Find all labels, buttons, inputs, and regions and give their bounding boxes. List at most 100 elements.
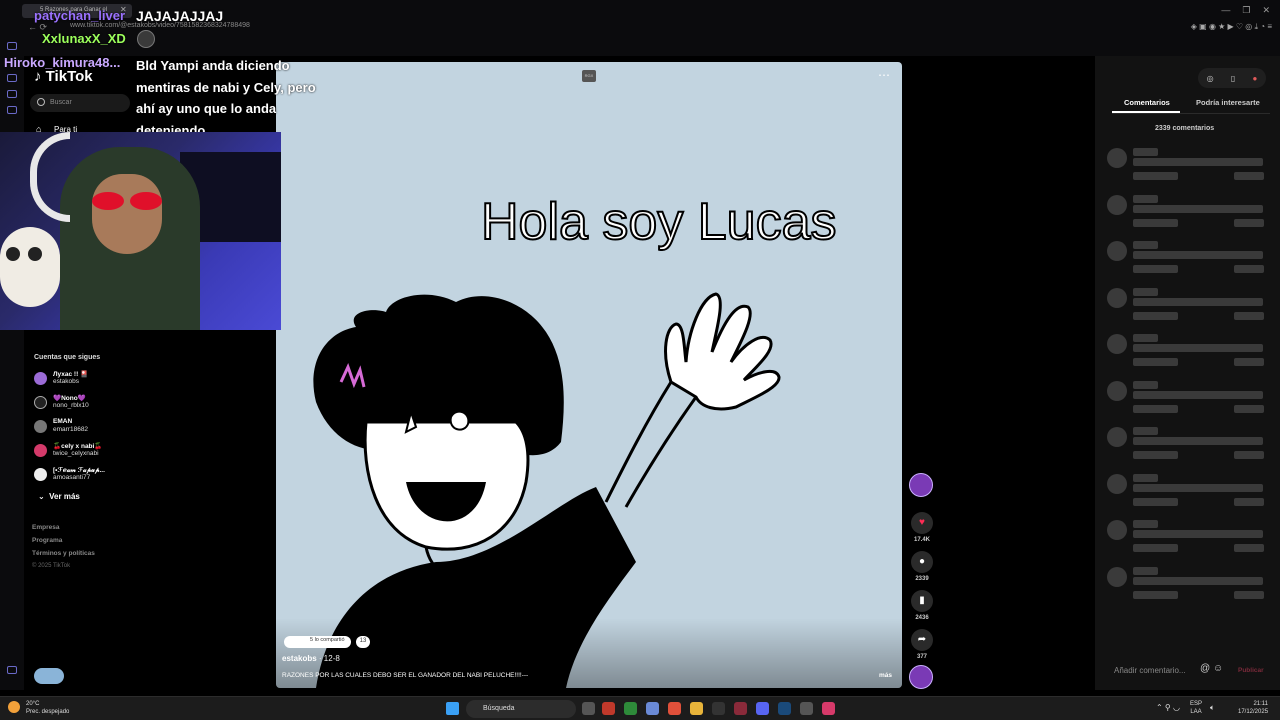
comment-skeleton-avatar [1107,148,1127,168]
footer-link[interactable]: Empresa [32,524,59,531]
weather-text: Prec. despejado [26,709,70,715]
comment-skeleton-bar [1234,358,1264,366]
video-author[interactable]: estakobs · 12-8 [282,654,340,663]
more-link[interactable]: más [879,672,892,679]
footer-link[interactable]: Programa [32,537,62,544]
video-player[interactable]: RGX ⋯ Hola soy Lucas 5 lo compartió 13 e… [276,62,902,688]
comment-skeleton-avatar [1107,194,1127,215]
chat-message: JAJAJAJJAJ [136,8,224,24]
window-controls[interactable]: — ❐ ✕ [1221,5,1270,16]
chat-username: Hiroko_kimura48... [4,55,121,70]
heart-glasses [92,192,162,210]
steam-icon[interactable] [778,702,791,715]
tab-comments[interactable]: Comentarios [1124,98,1170,107]
comment-skeleton-bar [1133,204,1263,213]
extension-icons[interactable]: ◈ ▣ ◉ ★ ▶ ♡ ◎ ⤓ ◔ ≡ [1191,22,1272,32]
app-icon[interactable] [646,702,659,715]
search-input[interactable]: Buscar [30,94,130,112]
tiktok-logo[interactable]: ♪ TikTok [34,68,93,85]
sidebar-app-icon[interactable] [7,106,17,114]
chat-emote-icon [137,30,155,48]
close-window-icon[interactable]: ✕ [1262,5,1270,16]
sidebar-app-icon[interactable] [7,90,17,98]
minecraft-icon[interactable] [624,702,637,715]
news-app-icon[interactable] [602,702,615,715]
avatar [34,468,47,481]
volume-icon[interactable]: 🔈︎ [1210,703,1215,713]
phone-icon[interactable]: ▯ [1231,74,1235,83]
windows-start-icon[interactable] [446,702,459,715]
footer-link[interactable]: Términos y políticas [32,550,95,557]
creator-avatar[interactable] [909,473,933,497]
comment-skeleton-avatar [1107,566,1127,587]
avatar [34,396,47,409]
taskbar-search[interactable]: Búsqueda [466,700,576,718]
cartoon-character [313,292,781,688]
comment-skeleton-bar [1133,390,1263,399]
sidebar-app-icon[interactable] [7,74,17,82]
save-button[interactable]: ▮ 2436 [910,590,934,621]
comment-skeleton-bar [1133,520,1158,528]
shared-text: 5 lo compartió [310,637,345,643]
comment-skeleton-avatar [1107,380,1127,401]
tiktok-app-icon[interactable] [822,702,835,715]
minimize-icon[interactable]: — [1221,5,1230,16]
more-options-icon[interactable]: ⋯ [878,68,890,82]
see-more-button[interactable]: ⌄ Ver más [38,492,80,501]
emoji-icon[interactable]: ☺ [1213,663,1223,674]
following-account[interactable]: [•ℱℯ𝒶𝓂 ℱ𝒶𝓅𝓊𝓅... amoasanti77 [34,466,174,488]
profile-icon[interactable]: ● [1253,74,1258,83]
video-badge: RGX [582,70,596,82]
sidebar-app-icon[interactable] [7,42,17,50]
share-button[interactable]: ➦ 377 [910,629,934,660]
comment-skeleton-bar [1133,483,1263,492]
panel-top-icons[interactable]: ◎ ▯ ● [1198,68,1266,88]
system-tray-icons[interactable]: ⌃ ⚲ ◡ [1156,703,1180,712]
input-icons[interactable]: @ ☺ [1200,663,1223,674]
shared-count: 13 [356,636,370,648]
comment-skeleton-bar [1133,358,1178,366]
like-count: 17.4K [913,537,930,543]
compass-icon[interactable]: ◎ [1207,74,1214,83]
x-app-icon[interactable] [712,702,725,715]
account-username: estakobs [53,378,80,385]
lang-layout: LAA [1190,709,1202,715]
language-indicator[interactable]: ESP LAA [1190,700,1202,716]
music-disc-avatar[interactable] [909,665,933,689]
sidebar-app-icon[interactable] [7,666,17,674]
date: 17/12/2025 [1238,709,1269,715]
like-button[interactable]: ♥ 17.4K [910,512,934,543]
comment-button[interactable]: ● 2339 [910,551,934,582]
comment-skeleton-bar [1234,451,1264,459]
comment-skeleton-bar [1133,437,1263,445]
following-account[interactable]: EMAN emarr18682 [34,418,174,440]
bookmark-icon: ▮ [911,590,933,612]
account-username: nono_rblx10 [53,402,89,409]
maximize-icon[interactable]: ❐ [1242,5,1250,16]
comment-skeleton-avatar [1107,287,1127,308]
obs-icon[interactable] [800,702,813,715]
following-account[interactable]: 💜Nono💜 nono_rblx10 [34,394,174,416]
mention-icon[interactable]: @ [1200,663,1210,674]
opera-icon[interactable] [734,702,747,715]
toggle-pill[interactable] [34,668,64,684]
shared-by-bar[interactable]: 5 lo compartió [284,636,351,648]
account-name: 🍒cely x nabi🍒 [53,443,103,450]
save-count: 2436 [915,615,929,621]
lang-code: ESP [1190,701,1203,707]
comment-skeleton-bar [1133,404,1178,413]
divider [1112,113,1270,114]
weather-widget[interactable]: 20°C Prec. despejado [8,700,69,716]
following-account[interactable]: Лухас !! 🎴 estakobs [34,370,174,392]
clock[interactable]: 21:11 17/12/2025 [1238,700,1268,716]
task-view-icon[interactable] [582,702,595,715]
comment-skeleton-bar [1133,427,1158,435]
following-account[interactable]: 🍒cely x nabi🍒 twice_celyxnabi [34,442,174,464]
folder-icon[interactable] [690,702,703,715]
publish-button[interactable]: Publicar [1238,667,1264,674]
brave-icon[interactable] [668,702,681,715]
chat-message: Bld Yampi anda diciendo mentiras de nabi… [136,58,316,138]
comment-skeleton-bar [1234,544,1264,552]
tab-interest[interactable]: Podría interesarte [1196,98,1260,107]
discord-icon[interactable] [756,702,769,715]
